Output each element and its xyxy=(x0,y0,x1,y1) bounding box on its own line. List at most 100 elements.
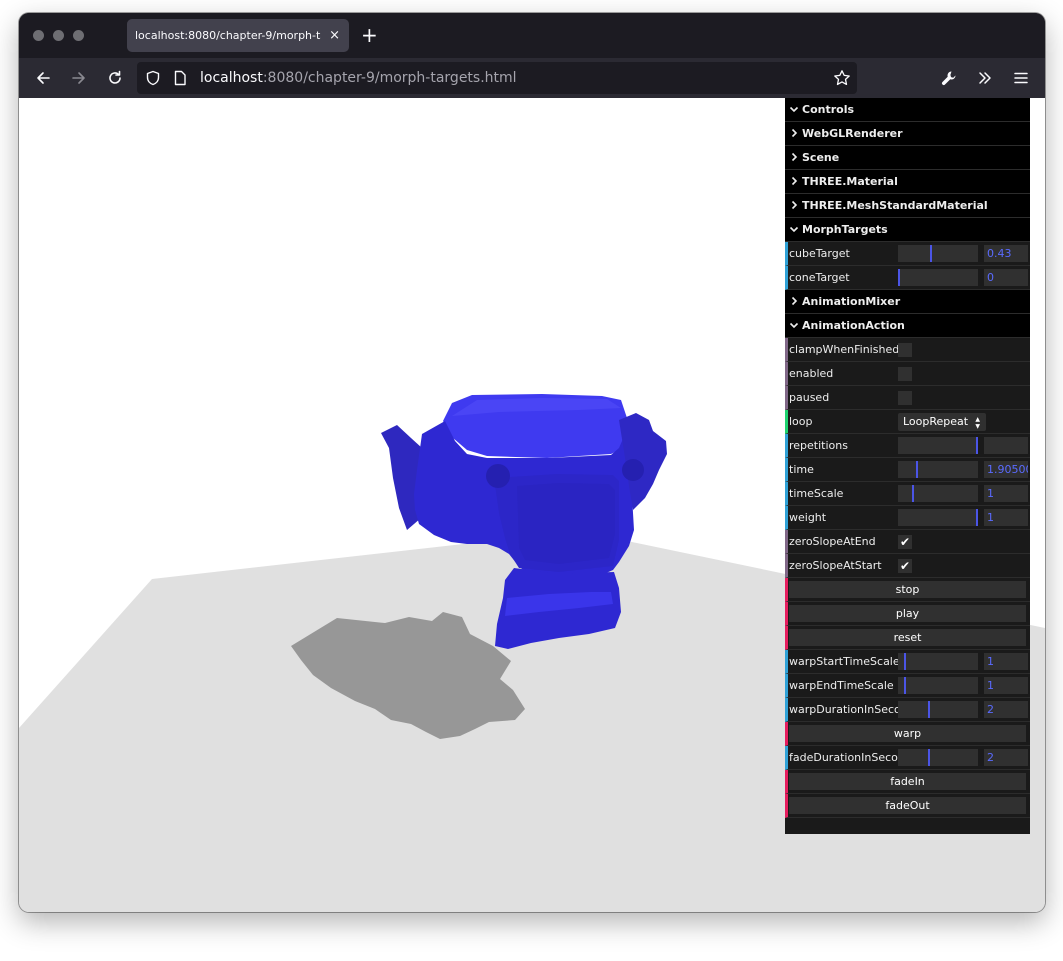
control-label: enabled xyxy=(789,367,834,380)
time-input[interactable]: 1.90500 xyxy=(984,461,1028,478)
zero-slope-at-end-checkbox[interactable]: ✔ xyxy=(898,535,912,549)
control-repetitions: repetitions xyxy=(785,434,1030,458)
slider-fill xyxy=(898,485,914,502)
control-label: clampWhenFinished xyxy=(789,343,900,356)
repetitions-slider[interactable] xyxy=(898,437,978,454)
chevron-down-icon xyxy=(789,106,799,113)
repetitions-input[interactable] xyxy=(984,437,1028,454)
folder-animation-mixer[interactable]: AnimationMixer xyxy=(785,290,1030,314)
chevron-right-icon xyxy=(791,200,798,210)
overflow-chevrons-icon[interactable] xyxy=(971,64,999,92)
warp-duration-slider[interactable] xyxy=(898,701,978,718)
zero-slope-at-start-checkbox[interactable]: ✔ xyxy=(898,559,912,573)
url-bar[interactable]: localhost:8080/chapter-9/morph-targets.h… xyxy=(137,62,857,94)
control-cone-target: coneTarget 0 xyxy=(785,266,1030,290)
folder-animation-action[interactable]: AnimationAction xyxy=(785,314,1030,338)
chevron-right-icon xyxy=(791,152,798,162)
control-fade-duration: fadeDurationInSeconds 2 xyxy=(785,746,1030,770)
folder-controls[interactable]: Controls xyxy=(785,98,1030,122)
paused-checkbox[interactable] xyxy=(898,391,912,405)
slider-fill xyxy=(898,677,906,694)
play-button[interactable]: play xyxy=(789,605,1026,622)
new-tab-button[interactable]: + xyxy=(361,23,378,47)
control-warp-start-time-scale: warpStartTimeScale 1 xyxy=(785,650,1030,674)
active-tab[interactable]: localhost:8080/chapter-9/morph-targets.h… xyxy=(127,19,349,52)
control-label: paused xyxy=(789,391,830,404)
webgl-viewport[interactable]: Controls WebGLRenderer Scene THREE.Mater… xyxy=(19,98,1045,912)
folder-morph-targets[interactable]: MorphTargets xyxy=(785,218,1030,242)
page-icon[interactable] xyxy=(173,70,187,90)
chevron-right-icon xyxy=(791,176,798,186)
control-reset: reset xyxy=(785,626,1030,650)
close-window-dot[interactable] xyxy=(33,30,44,41)
folder-title: AnimationAction xyxy=(802,319,905,332)
warp-end-time-scale-slider[interactable] xyxy=(898,677,978,694)
control-time-scale: timeScale 1 xyxy=(785,482,1030,506)
warp-start-time-scale-slider[interactable] xyxy=(898,653,978,670)
warp-start-time-scale-input[interactable]: 1 xyxy=(984,653,1028,670)
reload-button[interactable] xyxy=(101,64,129,92)
url-host: localhost xyxy=(200,70,263,86)
back-arrow-icon xyxy=(37,72,50,84)
hamburger-menu-icon[interactable] xyxy=(1007,64,1035,92)
cone-target-input[interactable]: 0 xyxy=(984,269,1028,286)
stop-button[interactable]: stop xyxy=(789,581,1026,598)
url-path: :8080/chapter-9/morph-targets.html xyxy=(262,70,517,86)
forward-button[interactable] xyxy=(65,64,93,92)
weight-input[interactable]: 1 xyxy=(984,509,1028,526)
reset-button[interactable]: reset xyxy=(789,629,1026,646)
fade-duration-slider[interactable] xyxy=(898,749,978,766)
minimize-window-dot[interactable] xyxy=(53,30,64,41)
cone-target-slider[interactable] xyxy=(898,269,978,286)
slider-fill xyxy=(898,653,906,670)
tab-close-button[interactable]: × xyxy=(329,19,340,52)
fade-out-button[interactable]: fadeOut xyxy=(789,797,1026,814)
folder-scene[interactable]: Scene xyxy=(785,146,1030,170)
fade-duration-input[interactable]: 2 xyxy=(984,749,1028,766)
control-warp-end-time-scale: warpEndTimeScale 1 xyxy=(785,674,1030,698)
tab-title: localhost:8080/chapter-9/morph-targets.h… xyxy=(135,29,321,42)
time-scale-slider[interactable] xyxy=(898,485,978,502)
folder-webglrenderer[interactable]: WebGLRenderer xyxy=(785,122,1030,146)
control-stop: stop xyxy=(785,578,1030,602)
back-button[interactable] xyxy=(29,64,57,92)
star-icon[interactable] xyxy=(833,69,851,91)
folder-three-material[interactable]: THREE.Material xyxy=(785,170,1030,194)
control-play: play xyxy=(785,602,1030,626)
control-warp-duration: warpDurationInSeconds 2 xyxy=(785,698,1030,722)
control-label: timeScale xyxy=(789,487,844,500)
folder-title: WebGLRenderer xyxy=(802,127,903,140)
fade-in-button[interactable]: fadeIn xyxy=(789,773,1026,790)
wrench-icon[interactable] xyxy=(935,64,963,92)
slider-fill xyxy=(898,461,918,478)
shield-icon[interactable] xyxy=(145,70,161,90)
control-zero-slope-at-start: zeroSlopeAtStart ✔ xyxy=(785,554,1030,578)
slider-fill xyxy=(898,437,978,454)
dat-gui-panel: Controls WebGLRenderer Scene THREE.Mater… xyxy=(785,98,1030,834)
zoom-window-dot[interactable] xyxy=(73,30,84,41)
clamp-when-finished-checkbox[interactable] xyxy=(898,343,912,357)
control-time: time 1.90500 xyxy=(785,458,1030,482)
cube-target-input[interactable]: 0.43 xyxy=(984,245,1028,262)
control-fade-in: fadeIn xyxy=(785,770,1030,794)
folder-mesh-standard-material[interactable]: THREE.MeshStandardMaterial xyxy=(785,194,1030,218)
time-slider[interactable] xyxy=(898,461,978,478)
url-text[interactable]: localhost:8080/chapter-9/morph-targets.h… xyxy=(200,62,517,94)
warp-button[interactable]: warp xyxy=(789,725,1026,742)
folder-title: AnimationMixer xyxy=(802,295,901,308)
tab-strip: localhost:8080/chapter-9/morph-targets.h… xyxy=(19,13,1045,58)
control-zero-slope-at-end: zeroSlopeAtEnd ✔ xyxy=(785,530,1030,554)
cube-target-slider[interactable] xyxy=(898,245,978,262)
folder-title: THREE.Material xyxy=(802,175,898,188)
warp-duration-input[interactable]: 2 xyxy=(984,701,1028,718)
slider-fill xyxy=(898,269,900,286)
enabled-checkbox[interactable] xyxy=(898,367,912,381)
folder-title: THREE.MeshStandardMaterial xyxy=(802,199,988,212)
weight-slider[interactable] xyxy=(898,509,978,526)
control-label: repetitions xyxy=(789,439,848,452)
chevron-right-icon xyxy=(791,296,798,306)
loop-select[interactable]: LoopRepeat ▲ ▼ xyxy=(898,413,986,431)
warp-end-time-scale-input[interactable]: 1 xyxy=(984,677,1028,694)
time-scale-input[interactable]: 1 xyxy=(984,485,1028,502)
reload-icon xyxy=(109,70,121,84)
